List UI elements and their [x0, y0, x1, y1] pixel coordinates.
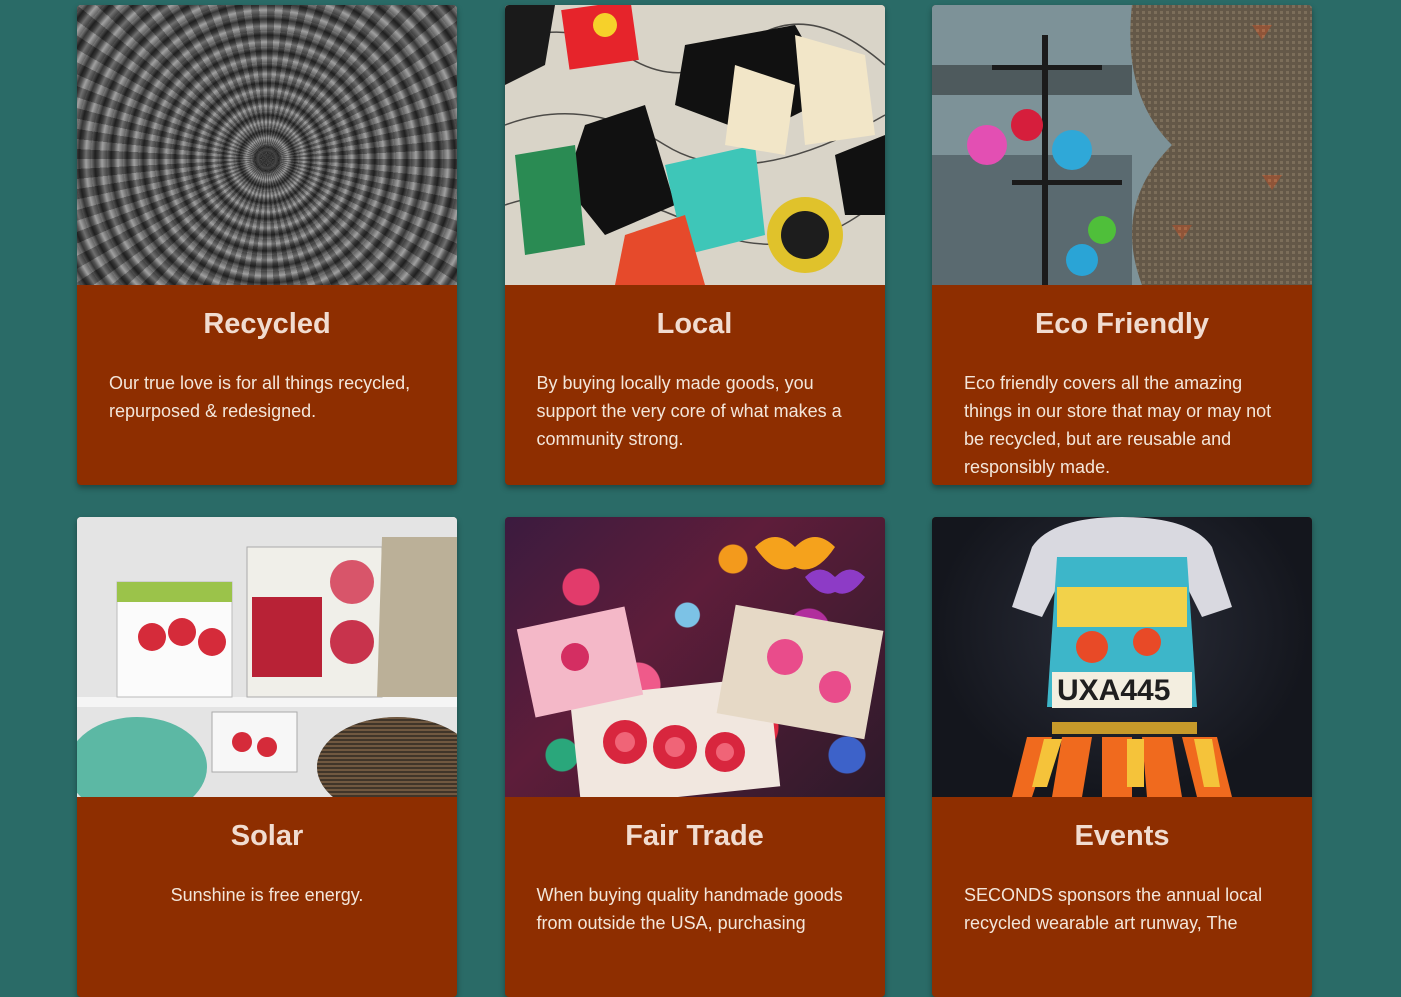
card-recycled[interactable]: Recycled Our true love is for all things… [77, 5, 457, 485]
card-description: Eco friendly covers all the amazing thin… [964, 373, 1272, 477]
license-plate-letters: UXA445 [1057, 674, 1170, 707]
card-description: When buying quality handmade goods from … [536, 885, 843, 933]
card-local[interactable]: Local By buying locally made goods, you … [504, 5, 885, 485]
card-title: Solar [230, 820, 304, 852]
fair-trade-illustration [516, 537, 883, 797]
card-events[interactable]: UXA445 Events SECONDS sponsors the annua… [932, 517, 1312, 997]
card-description: Our true love is for all things recycled… [109, 373, 411, 421]
card-eco-friendly[interactable]: Eco Friendly Eco friendly covers all the… [932, 5, 1312, 485]
solar-illustration [77, 517, 457, 797]
solar-products-shelf-photo [77, 517, 457, 797]
card-fair-trade[interactable]: Fair Trade When buying quality handmade … [504, 517, 885, 997]
card-description: By buying locally made goods, you suppor… [536, 373, 842, 449]
bike-chain-spiral-photo [77, 5, 457, 285]
card-title: Recycled [203, 308, 331, 340]
card-title: Fair Trade [625, 820, 764, 852]
glass-vases-basket-photo [932, 5, 1312, 285]
card-description: Sunshine is free energy. [170, 885, 364, 905]
local-stickers-collage-photo [504, 5, 885, 285]
stickers-illustration [504, 5, 885, 285]
wearable-art-outfit-photo: UXA445 [932, 517, 1312, 797]
card-solar[interactable]: Solar Sunshine is free energy. [77, 517, 457, 997]
embroidered-textiles-photo [504, 517, 885, 797]
card-title: Local [656, 308, 733, 340]
card-title: Events [1074, 820, 1170, 852]
eco-illustration [932, 5, 1312, 285]
card-title: Eco Friendly [1034, 308, 1210, 340]
category-cards-grid: Recycled Our true love is for all things… [77, 5, 1312, 997]
events-illustration: UXA445 [1012, 517, 1232, 797]
card-description: SECONDS sponsors the annual local recycl… [964, 885, 1263, 933]
